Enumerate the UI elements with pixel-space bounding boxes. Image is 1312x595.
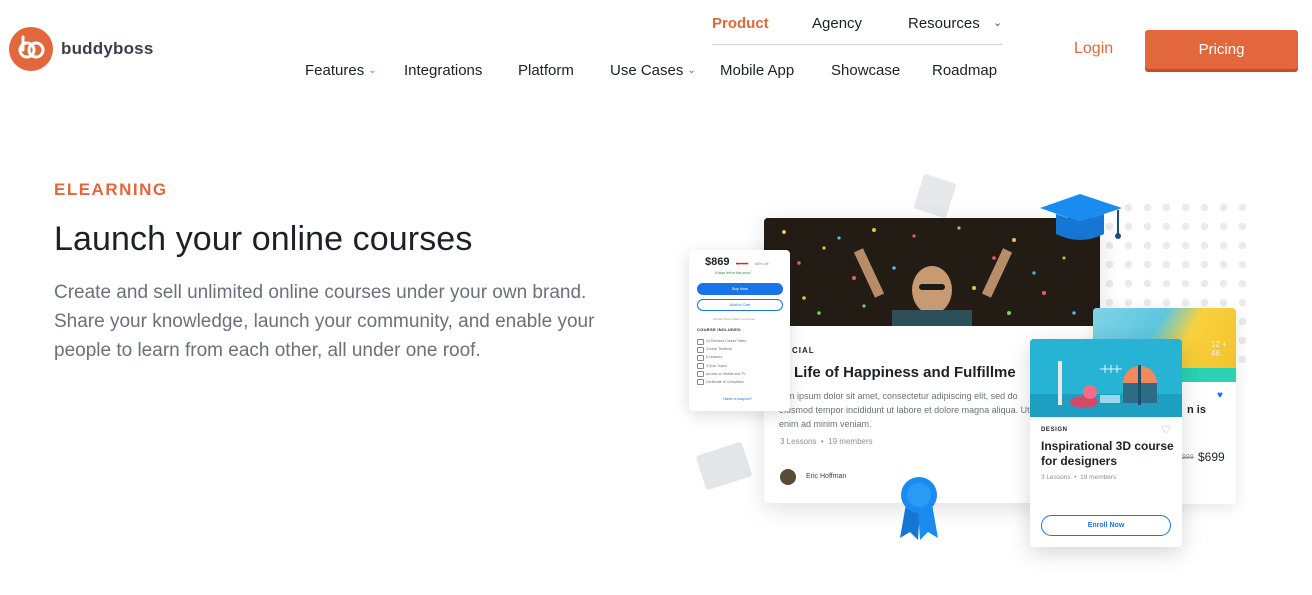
nav-use-cases-label: Use Cases bbox=[610, 62, 684, 79]
list-item: Access on Mobile and TV bbox=[697, 371, 746, 379]
course-meta: 3 Lessons • 19 members bbox=[1041, 474, 1117, 481]
heart-outline-icon[interactable]: ♡ bbox=[1161, 423, 1171, 436]
course-lessons: 3 Lessons bbox=[780, 437, 817, 446]
list-item: 24 Demand Course Video bbox=[697, 338, 746, 346]
course-description: rem ipsum dolor sit amet, consectetur ad… bbox=[779, 391, 1030, 429]
award-ribbon-icon bbox=[896, 474, 942, 545]
chevron-down-icon: ⌄ bbox=[687, 65, 696, 76]
course-card-design: DESIGN ♡ Inspirational 3D course for des… bbox=[1030, 339, 1182, 547]
book-icon bbox=[695, 441, 753, 491]
list-item: Course Textbook bbox=[697, 346, 746, 354]
nav-platform[interactable]: Platform bbox=[518, 62, 574, 79]
hero-title: Launch your online courses bbox=[54, 220, 473, 258]
course-members: 19 members bbox=[828, 437, 873, 446]
includes-heading: COURSE INCLUDES: bbox=[697, 327, 742, 332]
nav-showcase[interactable]: Showcase bbox=[831, 62, 900, 79]
days-left: 5 days left at this price! bbox=[715, 271, 751, 275]
buddyboss-logo-icon bbox=[9, 27, 53, 71]
buy-now-button[interactable]: Buy Now bbox=[697, 283, 783, 295]
old-price: $1,599 bbox=[736, 261, 749, 266]
graduation-cap-icon bbox=[1038, 190, 1128, 251]
course-image bbox=[1030, 339, 1182, 417]
top-nav: Product Agency Resources ⌄ bbox=[712, 12, 1002, 45]
nav-features[interactable]: Features ⌄ bbox=[305, 62, 377, 79]
pricing-button[interactable]: Pricing bbox=[1145, 30, 1298, 69]
avatar bbox=[780, 469, 796, 485]
course-title: n is bbox=[1187, 404, 1206, 416]
top-nav-resources[interactable]: Resources bbox=[908, 15, 980, 32]
buy-course-card: $869 $1,599 68% off 5 days left at this … bbox=[689, 250, 790, 411]
course-category: CIAL bbox=[792, 346, 815, 355]
old-price: $99 bbox=[1182, 454, 1194, 461]
top-nav-agency[interactable]: Agency bbox=[812, 15, 862, 32]
list-item: 8 Lessons bbox=[697, 354, 746, 362]
add-to-cart-button[interactable]: Add to Cart bbox=[697, 299, 783, 311]
list-item: Certificate of Completion bbox=[697, 379, 746, 387]
top-nav-product[interactable]: Product bbox=[712, 15, 769, 32]
author-name: Eric Hoffman bbox=[806, 473, 847, 480]
nav-roadmap[interactable]: Roadmap bbox=[932, 62, 997, 79]
hero-eyebrow: ELEARNING bbox=[54, 180, 168, 199]
paper-icon bbox=[913, 173, 957, 219]
logo-text: buddyboss bbox=[61, 39, 154, 58]
decorative-stripe bbox=[1178, 368, 1236, 382]
logo[interactable]: buddyboss bbox=[9, 27, 153, 71]
nav-use-cases[interactable]: Use Cases ⌄ bbox=[610, 62, 696, 79]
discount-badge: 68% off bbox=[755, 261, 769, 266]
nav-integrations[interactable]: Integrations bbox=[404, 62, 482, 79]
course-title: Inspirational 3D course for designers bbox=[1041, 439, 1174, 468]
login-link[interactable]: Login bbox=[1074, 40, 1113, 58]
hero-description: Create and sell unlimited online courses… bbox=[54, 282, 595, 361]
guarantee-text: 30-Day Money-Back Guarantee bbox=[713, 317, 756, 321]
nav-features-label: Features bbox=[305, 62, 365, 79]
course-price: $869 bbox=[705, 256, 730, 268]
course-title: Life of Happiness and Fulfillme bbox=[794, 364, 1016, 381]
includes-list: 24 Demand Course Video Course Textbook 8… bbox=[697, 338, 746, 387]
course-members: 19 members bbox=[1080, 474, 1117, 481]
list-item: 3 Quiz Topics bbox=[697, 363, 746, 371]
nav-mobile-app[interactable]: Mobile App bbox=[720, 62, 794, 79]
course-price: $699 bbox=[1198, 450, 1225, 464]
course-category: DESIGN bbox=[1041, 427, 1068, 433]
coupon-link[interactable]: Have a coupon? bbox=[723, 396, 752, 401]
chevron-down-icon[interactable]: ⌄ bbox=[993, 16, 1002, 29]
course-lessons: 3 Lessons bbox=[1041, 474, 1071, 481]
chevron-down-icon: ⌄ bbox=[368, 65, 377, 76]
enroll-now-button[interactable]: Enroll Now bbox=[1041, 515, 1171, 536]
heart-icon[interactable]: ♥ bbox=[1217, 390, 1223, 401]
course-meta: 3 Lessons • 19 members bbox=[780, 437, 873, 446]
image-number: 12 + 46 bbox=[1211, 340, 1227, 358]
